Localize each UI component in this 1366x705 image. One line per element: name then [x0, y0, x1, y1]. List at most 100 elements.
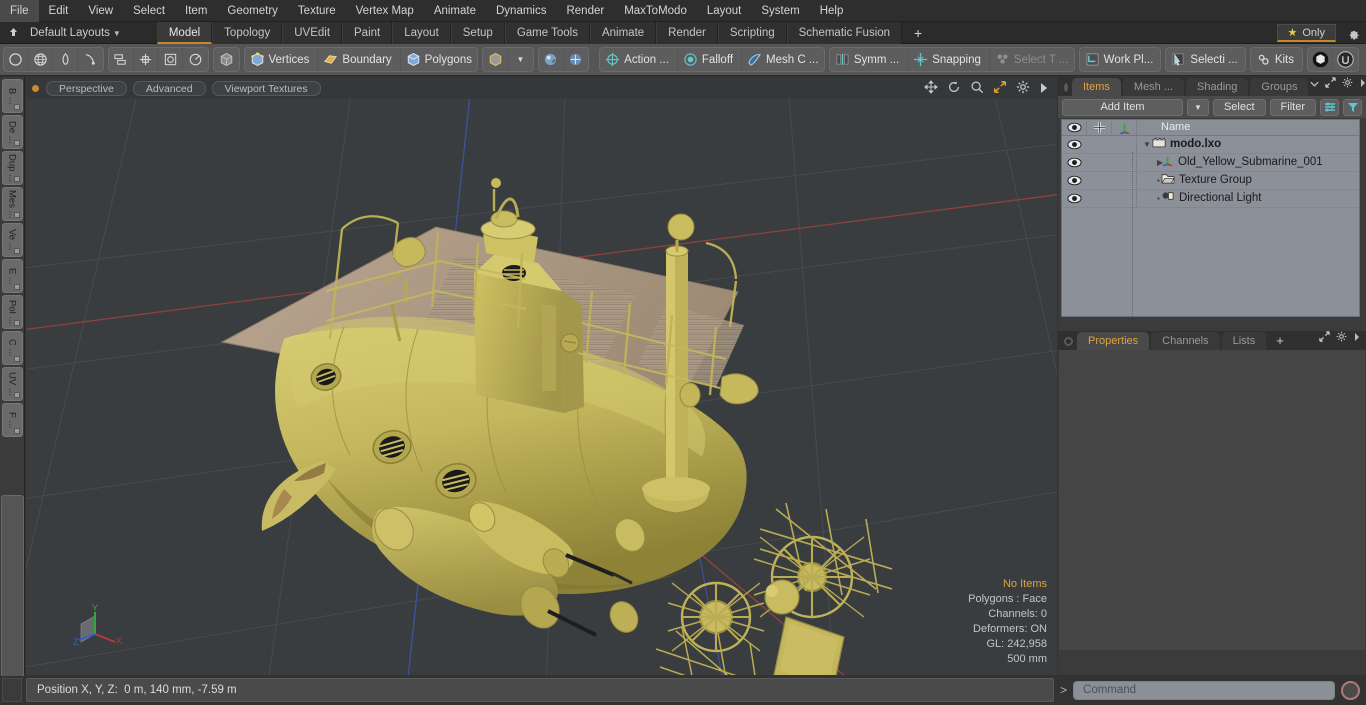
symmetry-button[interactable]: Symm ...: [830, 48, 909, 71]
rotate-icon[interactable]: [947, 80, 961, 99]
tab-mesh-ops[interactable]: Mesh ...: [1122, 78, 1185, 96]
rotate-icon[interactable]: [183, 48, 208, 71]
expand-panel-icon[interactable]: [1319, 329, 1330, 347]
menu-item-texture[interactable]: Texture: [288, 0, 346, 22]
left-rail-tab-vertex[interactable]: Ve ...: [1, 223, 23, 257]
tab-shading[interactable]: Shading: [1186, 78, 1249, 96]
unreal-engine-icon[interactable]: [1333, 48, 1358, 71]
fit-icon[interactable]: [993, 80, 1007, 99]
zoom-icon[interactable]: [970, 80, 984, 99]
work-plane-button[interactable]: Work Pl...: [1080, 48, 1161, 71]
row-name-cell[interactable]: ▪ Directional Light: [1136, 190, 1359, 207]
menu-item-layout[interactable]: Layout: [697, 0, 752, 22]
row-visibility-toggle[interactable]: [1062, 175, 1086, 186]
list-options-icon[interactable]: [1320, 98, 1339, 116]
falloff-button[interactable]: Falloff: [678, 48, 743, 71]
tab-lists[interactable]: Lists: [1221, 332, 1267, 350]
curve-icon[interactable]: [78, 48, 103, 71]
action-center-button[interactable]: Action ...: [600, 48, 678, 71]
menu-item-maxtomodo[interactable]: MaxToModo: [614, 0, 697, 22]
selection-mode-boundary[interactable]: Boundary: [318, 48, 401, 71]
gear-icon[interactable]: [1344, 25, 1362, 41]
home-layout-icon[interactable]: [0, 22, 26, 44]
only-toggle-button[interactable]: ★ Only: [1276, 24, 1336, 42]
tab-topology[interactable]: Topology: [212, 21, 283, 44]
gear-icon[interactable]: [1336, 329, 1347, 347]
viewport-view-mode-button[interactable]: Perspective: [46, 80, 127, 96]
viewport-textures-button[interactable]: Viewport Textures: [211, 80, 321, 96]
panel-more-arrow-icon[interactable]: [1353, 329, 1361, 347]
menu-item-vertex-map[interactable]: Vertex Map: [346, 0, 424, 22]
left-rail-tab-fusion[interactable]: F ...: [1, 403, 23, 437]
tab-model[interactable]: Model: [156, 21, 213, 44]
selection-mode-vertices[interactable]: Vertices: [245, 48, 319, 71]
tab-render[interactable]: Render: [656, 21, 718, 44]
left-rail-tab-edge[interactable]: E ...: [1, 259, 23, 293]
gear-icon[interactable]: [1342, 75, 1353, 93]
texture-preview-icon[interactable]: [564, 48, 589, 71]
tab-paint[interactable]: Paint: [342, 21, 393, 44]
item-cube-icon[interactable]: [483, 48, 509, 71]
panel-more-arrow-icon[interactable]: [1359, 75, 1366, 93]
move-icon[interactable]: [134, 48, 159, 71]
add-layout-tab-button[interactable]: +: [902, 22, 934, 44]
command-input[interactable]: Command: [1073, 680, 1335, 700]
left-rail-tab-deform[interactable]: De ...: [1, 115, 23, 149]
row-name-cell[interactable]: ▶ Old_Yellow_Submarine_001: [1136, 154, 1359, 171]
add-panel-tab-button[interactable]: +: [1268, 332, 1292, 350]
item-mode-dropdown-caret[interactable]: ▼: [508, 48, 533, 71]
row-visibility-toggle[interactable]: [1062, 157, 1086, 168]
tab-game-tools[interactable]: Game Tools: [504, 21, 590, 44]
table-row[interactable]: ▶ Old_Yellow_Submarine_001: [1062, 154, 1359, 172]
kits-button[interactable]: Kits: [1251, 48, 1302, 71]
menu-item-system[interactable]: System: [751, 0, 809, 22]
pan-icon[interactable]: [924, 80, 938, 99]
add-item-dropdown-caret[interactable]: ▼: [1186, 98, 1209, 116]
record-icon[interactable]: [1341, 680, 1360, 700]
scale-icon[interactable]: [158, 48, 184, 71]
twirl-down-icon[interactable]: ▼: [1137, 137, 1151, 152]
row-name-cell[interactable]: ▪ Texture Group: [1136, 172, 1359, 189]
tab-uvedit[interactable]: UVEdit: [282, 21, 343, 44]
snapping-button[interactable]: Snapping: [908, 48, 990, 71]
row-name-cell[interactable]: ▼ modo.lxo: [1136, 136, 1359, 153]
tab-layout[interactable]: Layout: [392, 21, 451, 44]
left-rail-tab-duplicate[interactable]: Dup ...: [1, 151, 23, 185]
table-row[interactable]: ▪ Directional Light: [1062, 190, 1359, 208]
menu-item-file[interactable]: File: [0, 0, 39, 22]
tab-scripting[interactable]: Scripting: [717, 21, 787, 44]
pen-icon[interactable]: [53, 48, 79, 71]
left-rail-tab-polygon[interactable]: Pol ...: [1, 295, 23, 329]
align-icon[interactable]: [109, 48, 134, 71]
menu-item-item[interactable]: Item: [175, 0, 217, 22]
row-visibility-toggle[interactable]: [1062, 139, 1086, 150]
chevron-down-icon[interactable]: [1310, 75, 1320, 93]
mesh-mode-icon[interactable]: [214, 48, 239, 71]
row-visibility-toggle[interactable]: [1062, 193, 1086, 204]
menu-item-dynamics[interactable]: Dynamics: [486, 0, 556, 22]
twirl-right-icon[interactable]: ▶: [1137, 155, 1163, 170]
left-rail-tab-basic[interactable]: B ...: [1, 79, 23, 113]
menu-item-view[interactable]: View: [78, 0, 123, 22]
item-list-tree[interactable]: Name ▼ modo.lxo ▶ Old_Yellow_Submarine_0…: [1061, 119, 1360, 317]
panel-menu-knob-icon[interactable]: [1064, 83, 1068, 92]
layout-preset-selector[interactable]: Default Layouts ▼: [26, 27, 129, 39]
filter-button[interactable]: Filter: [1269, 98, 1316, 116]
panel-menu-knob-icon[interactable]: [1064, 337, 1073, 346]
tab-setup[interactable]: Setup: [450, 21, 505, 44]
viewport-shading-button[interactable]: Advanced: [132, 80, 206, 96]
tab-animate[interactable]: Animate: [589, 21, 657, 44]
select-through-button[interactable]: Select T ...: [990, 48, 1074, 71]
tab-channels[interactable]: Channels: [1151, 332, 1220, 350]
table-row[interactable]: ▪ Texture Group: [1062, 172, 1359, 190]
viewport-more-arrow-icon[interactable]: [1039, 81, 1049, 99]
menu-item-select[interactable]: Select: [123, 0, 175, 22]
table-row[interactable]: ▼ modo.lxo: [1062, 136, 1359, 154]
menu-item-render[interactable]: Render: [556, 0, 614, 22]
left-rail-tab-curve[interactable]: C ...: [1, 331, 23, 365]
menu-item-edit[interactable]: Edit: [39, 0, 79, 22]
select-button[interactable]: Select: [1212, 98, 1266, 116]
selection-mode-polygons[interactable]: Polygons: [401, 48, 478, 71]
tab-schematic-fusion[interactable]: Schematic Fusion: [786, 21, 903, 44]
mesh-constraint-button[interactable]: Mesh C ...: [742, 48, 824, 71]
